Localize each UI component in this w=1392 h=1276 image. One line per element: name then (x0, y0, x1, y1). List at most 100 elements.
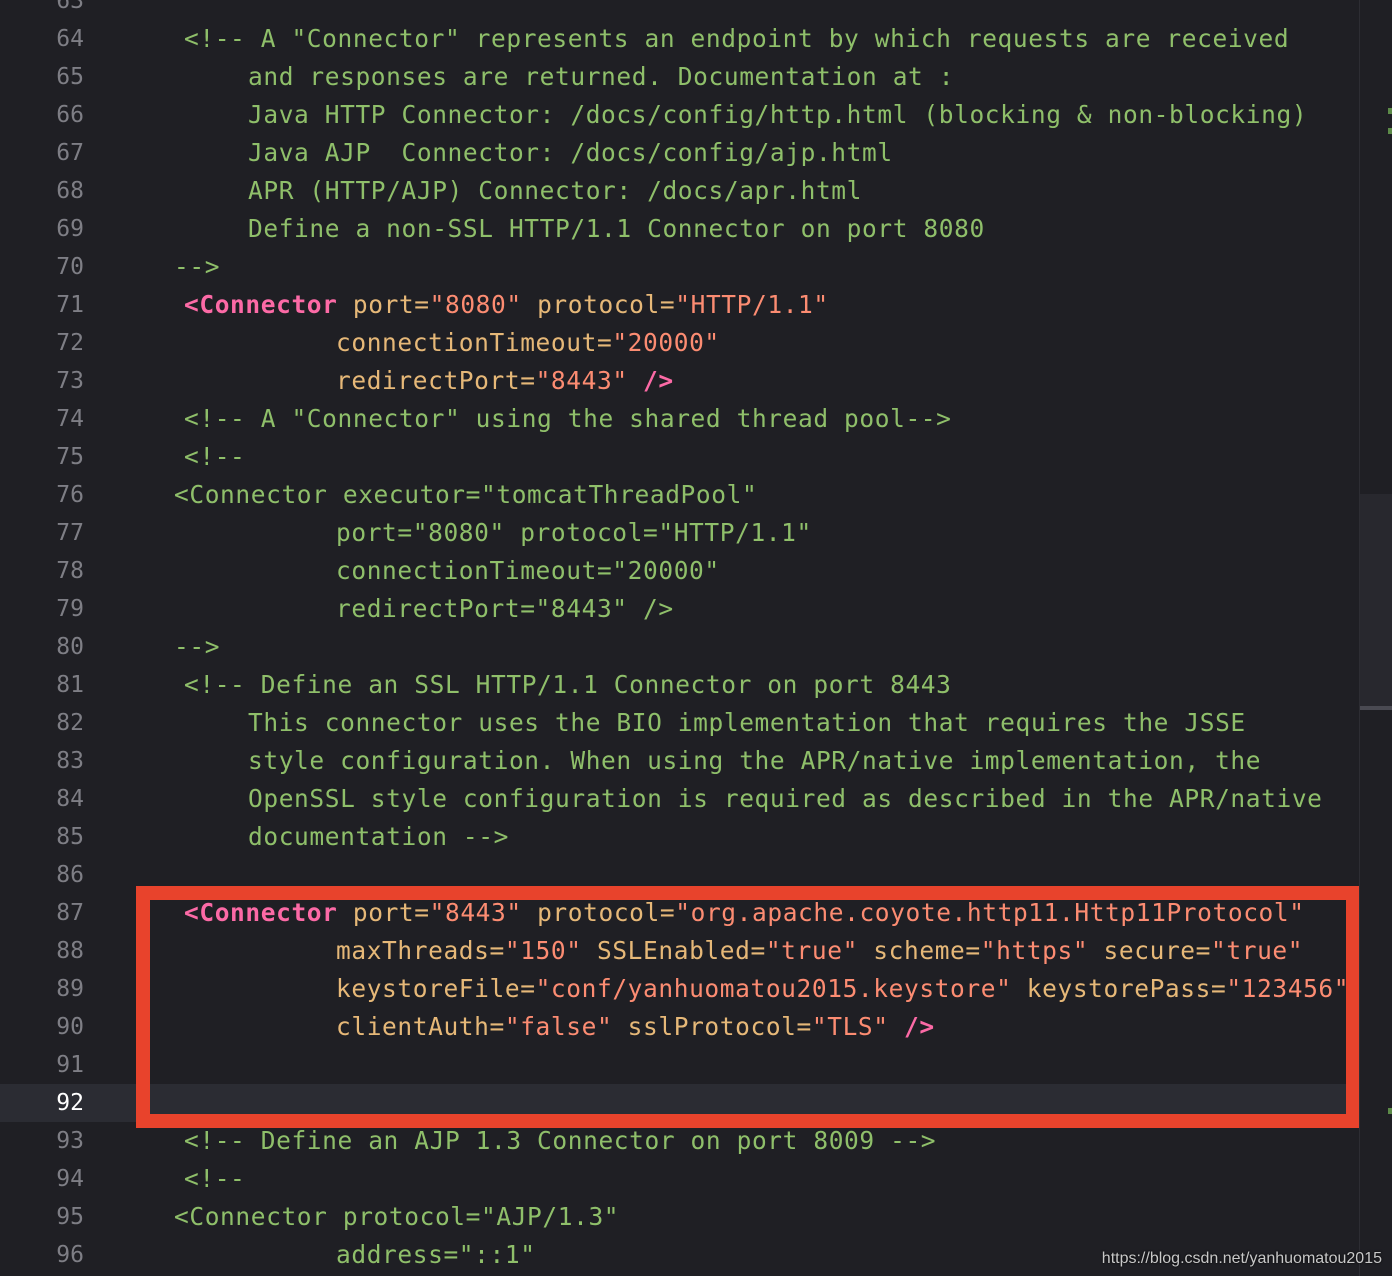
code-text[interactable]: address="::1" (174, 1236, 536, 1274)
comment-token: connectionTimeout="20000" (336, 556, 720, 585)
code-text[interactable]: <!-- A "Connector" represents an endpoin… (174, 20, 1289, 58)
code-text[interactable]: and responses are returned. Documentatio… (174, 58, 954, 96)
code-text[interactable]: --> (174, 628, 220, 666)
code-text[interactable]: documentation --> (174, 818, 509, 856)
code-line[interactable]: 84 OpenSSL style configuration is require… (0, 780, 1360, 818)
line-number: 68 (56, 178, 84, 204)
code-line[interactable]: 87 <Connector port="8443" protocol="org.a… (0, 894, 1360, 932)
code-line[interactable]: 80 --> (0, 628, 1360, 666)
attribute-token: scheme= (857, 936, 981, 965)
value-token: "TLS" (811, 1012, 889, 1041)
code-line[interactable]: 63 (0, 0, 1360, 20)
code-text[interactable]: connectionTimeout="20000" (174, 552, 720, 590)
code-line[interactable]: 65 and responses are returned. Documentat… (0, 58, 1360, 96)
code-text[interactable]: <Connector port="8080" protocol="HTTP/1.… (174, 286, 829, 324)
code-line[interactable]: 73 redirectPort="8443" /> (0, 362, 1360, 400)
code-text[interactable]: <!-- (174, 1160, 245, 1198)
code-line[interactable]: 92 (0, 1084, 1360, 1122)
line-number: 86 (56, 862, 84, 888)
code-line[interactable]: 81 <!-- Define an SSL HTTP/1.1 Connector … (0, 666, 1360, 704)
code-text[interactable]: <Connector executor="tomcatThreadPool" (174, 476, 757, 514)
attribute-token: sslProtocol= (612, 1012, 812, 1041)
value-token: "false" (504, 1012, 613, 1041)
value-token: "https" (980, 936, 1089, 965)
code-text[interactable]: connectionTimeout="20000" (174, 324, 720, 362)
value-token: "20000" (612, 328, 720, 357)
code-text[interactable]: <Connector protocol="AJP/1.3" (174, 1198, 619, 1236)
comment-token: Java HTTP Connector: /docs/config/http.h… (248, 100, 1308, 129)
line-number: 88 (56, 938, 84, 964)
code-editor[interactable]: 63 64 <!-- A "Connector" represents an end… (0, 0, 1392, 1276)
code-line[interactable]: 67 Java AJP Connector: /docs/config/ajp.h… (0, 134, 1360, 172)
code-text[interactable]: <!-- (174, 438, 245, 476)
line-number: 73 (56, 368, 84, 394)
code-text[interactable]: <!-- Define an AJP 1.3 Connector on port… (174, 1122, 936, 1160)
code-text[interactable]: --> (174, 248, 220, 286)
minimap-mark (1388, 108, 1392, 114)
code-line[interactable]: 75 <!-- (0, 438, 1360, 476)
code-line[interactable]: 77 port="8080" protocol="HTTP/1.1" (0, 514, 1360, 552)
code-text[interactable]: This connector uses the BIO implementati… (174, 704, 1246, 742)
code-line[interactable]: 66 Java HTTP Connector: /docs/config/http… (0, 96, 1360, 134)
code-text[interactable]: OpenSSL style configuration is required … (174, 780, 1323, 818)
code-line[interactable]: 95 <Connector protocol="AJP/1.3" (0, 1198, 1360, 1236)
code-text[interactable]: <Connector port="8443" protocol="org.apa… (174, 894, 1305, 932)
code-line[interactable]: 71 <Connector port="8080" protocol="HTTP/… (0, 286, 1360, 324)
comment-token: <Connector protocol="AJP/1.3" (174, 1202, 620, 1231)
code-line[interactable]: 76 <Connector executor="tomcatThreadPool" (0, 476, 1360, 514)
comment-token: This connector uses the BIO implementati… (248, 708, 1246, 737)
code-line[interactable]: 93 <!-- Define an AJP 1.3 Connector on po… (0, 1122, 1360, 1160)
line-number: 89 (56, 976, 84, 1002)
code-line[interactable]: 83 style configuration. When using the AP… (0, 742, 1360, 780)
comment-token: <!-- (184, 1164, 246, 1193)
code-line[interactable]: 64 <!-- A "Connector" represents an endpo… (0, 20, 1360, 58)
attribute-token: protocol= (521, 898, 676, 927)
code-line[interactable]: 85 documentation --> (0, 818, 1360, 856)
code-line[interactable]: 90 clientAuth="false" sslProtocol="TLS" /… (0, 1008, 1360, 1046)
comment-token: <!-- Define an AJP 1.3 Connector on port… (184, 1126, 937, 1155)
code-text[interactable]: clientAuth="false" sslProtocol="TLS" /> (174, 1008, 935, 1046)
code-line[interactable]: 72 connectionTimeout="20000" (0, 324, 1360, 362)
code-line[interactable]: 94 <!-- (0, 1160, 1360, 1198)
code-text[interactable]: maxThreads="150" SSLEnabled="true" schem… (174, 932, 1303, 970)
minimap-mark (1388, 128, 1392, 134)
code-text[interactable]: style configuration. When using the APR/… (174, 742, 1261, 780)
code-text[interactable]: port="8080" protocol="HTTP/1.1" (174, 514, 812, 552)
code-text[interactable]: Java AJP Connector: /docs/config/ajp.htm… (174, 134, 893, 172)
code-text[interactable]: APR (HTTP/AJP) Connector: /docs/apr.html (174, 172, 862, 210)
code-text[interactable]: redirectPort="8443" /> (174, 362, 674, 400)
attribute-token: secure= (1088, 936, 1212, 965)
line-number: 79 (56, 596, 84, 622)
code-line[interactable]: 74 <!-- A "Connector" using the shared th… (0, 400, 1360, 438)
code-line[interactable]: 88 maxThreads="150" SSLEnabled="true" sch… (0, 932, 1360, 970)
comment-token: redirectPort="8443" /> (336, 594, 674, 623)
line-number: 85 (56, 824, 84, 850)
line-number: 71 (56, 292, 84, 318)
comment-token: documentation --> (248, 822, 509, 851)
attribute-token: SSLEnabled= (581, 936, 766, 965)
code-line[interactable]: 82 This connector uses the BIO implementa… (0, 704, 1360, 742)
code-text[interactable]: redirectPort="8443" /> (174, 590, 674, 628)
scrollbar-thumb[interactable] (1360, 494, 1392, 710)
code-line[interactable]: 68 APR (HTTP/AJP) Connector: /docs/apr.ht… (0, 172, 1360, 210)
code-line[interactable]: 91 (0, 1046, 1360, 1084)
line-number: 95 (56, 1204, 84, 1230)
code-line[interactable]: 78 connectionTimeout="20000" (0, 552, 1360, 590)
code-text[interactable]: keystoreFile="conf/yanhuomatou2015.keyst… (174, 970, 1349, 1008)
code-text[interactable]: <!-- Define an SSL HTTP/1.1 Connector on… (174, 666, 952, 704)
line-number: 87 (56, 900, 84, 926)
line-number: 76 (56, 482, 84, 508)
code-text[interactable]: <!-- A "Connector" using the shared thre… (174, 400, 952, 438)
line-number: 93 (56, 1128, 84, 1154)
code-line[interactable]: 79 redirectPort="8443" /> (0, 590, 1360, 628)
code-text[interactable]: Define a non-SSL HTTP/1.1 Connector on p… (174, 210, 985, 248)
code-line[interactable]: 70 --> (0, 248, 1360, 286)
code-lines[interactable]: 63 64 <!-- A "Connector" represents an end… (0, 0, 1360, 1274)
vertical-scrollbar[interactable] (1359, 0, 1392, 1276)
code-line[interactable]: 86 (0, 856, 1360, 894)
code-text[interactable]: Java HTTP Connector: /docs/config/http.h… (174, 96, 1307, 134)
code-line[interactable]: 89 keystoreFile="conf/yanhuomatou2015.key… (0, 970, 1360, 1008)
value-token: "8080" (429, 290, 522, 319)
code-line[interactable]: 69 Define a non-SSL HTTP/1.1 Connector on… (0, 210, 1360, 248)
watermark: https://blog.csdn.net/yanhuomatou2015 (1101, 1250, 1382, 1267)
